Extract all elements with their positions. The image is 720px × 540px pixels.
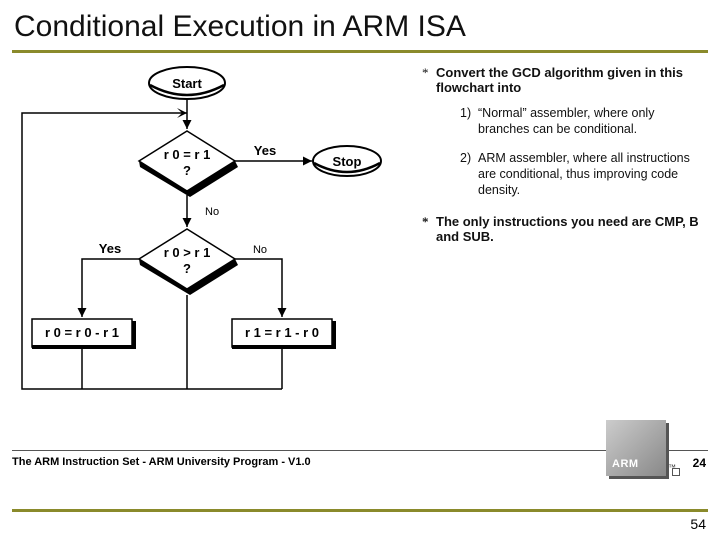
flow-box-sub-r0: r 0 = r 0 - r 1 [32, 319, 136, 349]
divider-footer [12, 450, 708, 451]
arm-logo-badge: ARM ™ [606, 420, 666, 476]
instruction-closing: The only instructions you need are CMP, … [436, 214, 699, 244]
footer-caption: The ARM Instruction Set - ARM University… [12, 456, 311, 468]
svg-text:r 0 = r 1: r 0 = r 1 [164, 147, 211, 162]
instruction-item-2: 2) ARM assembler, where all instructions… [460, 150, 702, 199]
svg-text:r 0 = r 0 - r 1: r 0 = r 0 - r 1 [45, 325, 119, 340]
instructions-panel: * Convert the GCD algorithm given in thi… [422, 65, 702, 244]
label-no-1: No [205, 206, 219, 218]
bullet-star-1: * [422, 65, 429, 81]
svg-text:?: ? [183, 261, 191, 276]
content-area: Start r 0 = r 1 ? Yes Stop No r 0 > r 1 … [12, 59, 708, 451]
inner-page-number: 24 [693, 456, 706, 470]
flow-start-label: Start [172, 76, 202, 91]
slide-page-number: 54 [690, 516, 706, 532]
flow-decision-eq: r 0 = r 1 ? [139, 131, 238, 197]
svg-text:r 1 = r 1 - r 0: r 1 = r 1 - r 0 [245, 325, 319, 340]
flow-stop-label: Stop [333, 154, 362, 169]
flowchart: Start r 0 = r 1 ? Yes Stop No r 0 > r 1 … [12, 59, 412, 449]
flow-decision-gt: r 0 > r 1 ? [139, 229, 238, 295]
label-no-2: No [253, 244, 267, 256]
label-yes-2: Yes [99, 241, 121, 256]
decorative-square-icon [672, 468, 680, 476]
divider-bottom [12, 509, 708, 512]
slide-title: Conditional Execution in ARM ISA [0, 0, 720, 50]
svg-text:r 0 > r 1: r 0 > r 1 [164, 245, 211, 260]
svg-text:?: ? [183, 163, 191, 178]
divider-top [12, 50, 708, 53]
flow-box-sub-r1: r 1 = r 1 - r 0 [232, 319, 336, 349]
instruction-item-1: 1) “Normal” assembler, where only branch… [460, 105, 702, 138]
bullet-star-2: * [422, 214, 429, 230]
instruction-lead: Convert the GCD algorithm given in this … [436, 65, 683, 95]
label-yes-1: Yes [254, 143, 276, 158]
